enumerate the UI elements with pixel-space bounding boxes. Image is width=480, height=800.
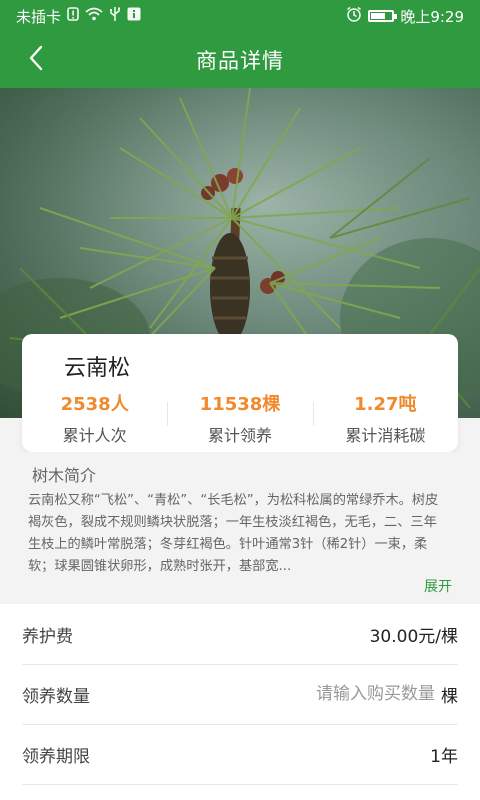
info-icon	[127, 7, 141, 25]
stat-people: 2538人 累计人次	[22, 384, 167, 445]
chevron-left-icon	[27, 45, 45, 75]
quantity-input[interactable]	[283, 683, 437, 705]
stat-value: 11538棵	[199, 394, 281, 415]
stat-value: 1.27吨	[354, 394, 417, 415]
status-bar: 未插卡 晚上9:29	[0, 0, 480, 32]
expand-link[interactable]: 展开	[424, 576, 452, 596]
status-right: 晚上9:29	[346, 6, 464, 27]
sim-alert-icon	[67, 7, 79, 25]
intro-title: 树木简介	[32, 466, 97, 485]
term-row[interactable]: 领养期限 1年	[22, 724, 458, 785]
term-label: 领养期限	[22, 746, 90, 767]
alarm-icon	[346, 6, 362, 26]
carrier-text: 未插卡	[16, 7, 62, 26]
fee-label: 养护费	[22, 626, 73, 647]
battery-icon	[368, 10, 398, 22]
purchase-form: 养护费 30.00元/棵 领养数量 棵 领养期限 1年	[0, 604, 480, 800]
stats-row: 2538人 累计人次 11538棵 累计领养 1.27吨 累计消耗碳	[22, 384, 458, 445]
stat-value: 2538人	[60, 394, 129, 415]
title-bar: 商品详情	[0, 32, 480, 88]
quantity-row: 领养数量 棵	[22, 664, 458, 725]
fee-value: 30.00元/棵	[369, 626, 458, 647]
usb-icon	[109, 6, 121, 26]
fee-row: 养护费 30.00元/棵	[22, 604, 458, 665]
clock-text: 晚上9:29	[400, 7, 464, 26]
back-button[interactable]	[18, 42, 54, 78]
term-value: 1年	[430, 746, 458, 767]
quantity-field-wrap: 棵	[283, 682, 458, 707]
stat-label: 累计人次	[62, 426, 127, 445]
wifi-icon	[85, 7, 103, 25]
tree-name: 云南松	[64, 356, 131, 381]
page-title: 商品详情	[196, 49, 284, 73]
quantity-unit: 棵	[441, 686, 458, 707]
intro-text: 云南松又称“飞松”、“青松”、“长毛松”，为松科松属的常绿乔木。树皮褐灰色，裂成…	[28, 493, 439, 574]
status-left: 未插卡	[16, 6, 141, 27]
tree-stats-card: 云南松 2538人 累计人次 11538棵 累计领养 1.27吨 累计消耗碳	[22, 334, 458, 452]
quantity-label: 领养数量	[22, 686, 90, 707]
stat-label: 累计消耗碳	[345, 426, 426, 445]
stat-adopted: 11538棵 累计领养	[167, 384, 312, 445]
stat-carbon: 1.27吨 累计消耗碳	[312, 384, 458, 445]
tree-intro-section: 树木简介 云南松又称“飞松”、“青松”、“长毛松”，为松科松属的常绿乔木。树皮褐…	[0, 452, 480, 604]
stat-label: 累计领养	[207, 426, 272, 445]
